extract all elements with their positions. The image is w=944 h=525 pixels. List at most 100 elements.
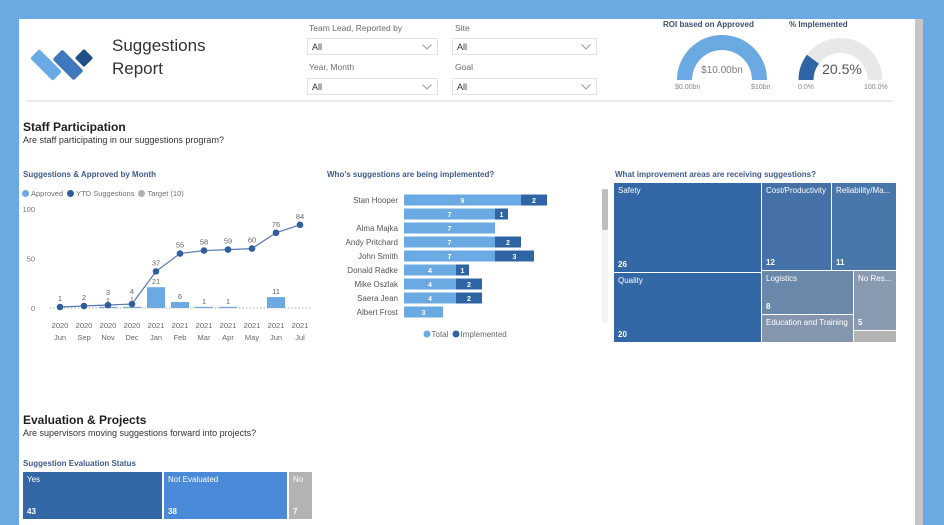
data-label-implemented: 2	[532, 198, 536, 205]
logo-bar-light	[30, 49, 62, 81]
category-label: Mike Oszlak	[354, 280, 399, 289]
filter-label-year-month: Year, Month	[309, 62, 355, 72]
x-tick-month: Feb	[174, 333, 187, 342]
point-ytd-suggestions	[296, 221, 304, 229]
data-label-implemented: 2	[467, 296, 471, 303]
point-ytd-suggestions	[200, 247, 208, 254]
bar-approved	[267, 297, 285, 308]
treemap-cell-no[interactable]: No 7	[289, 472, 312, 519]
category-label: John Smith	[358, 252, 398, 261]
x-tick-month: Nov	[101, 333, 115, 342]
x-tick-month: Apr	[222, 333, 234, 342]
x-tick-year: 2021	[220, 321, 237, 330]
data-label-approved: 6	[178, 292, 182, 301]
treemap-cell-value: 38	[168, 507, 177, 516]
category-label: Andy Pritchard	[346, 238, 398, 247]
treemap-cell-label: Cost/Productivity	[766, 186, 827, 195]
filter-dropdown-site[interactable]: All	[452, 38, 597, 55]
x-tick-month: Jul	[295, 333, 305, 342]
category-label: Albert Frost	[357, 308, 399, 317]
data-label-total: 7	[448, 226, 452, 233]
x-tick-month: Jan	[150, 333, 162, 342]
x-tick-year: 2021	[172, 321, 189, 330]
data-label-ytd: 1	[58, 294, 62, 303]
data-label-approved: 1	[202, 297, 206, 306]
filter-value: All	[457, 42, 468, 52]
x-tick-month: May	[245, 333, 259, 342]
treemap-cell-value: 11	[836, 258, 845, 267]
data-label-ytd: 55	[176, 241, 184, 250]
x-tick-month: Sep	[77, 333, 90, 342]
treemap-cell-cost-productivity[interactable]: Cost/Productivity 12	[762, 183, 831, 270]
data-label-total: 4	[428, 296, 432, 303]
treemap-cell-label: Education and Training	[766, 318, 848, 327]
x-tick-year: 2020	[76, 321, 93, 330]
gauge-implemented-title: % Implemented	[789, 20, 848, 29]
filter-dropdown-goal[interactable]: All	[452, 78, 597, 95]
data-label-approved: 1	[226, 297, 230, 306]
point-ytd-suggestions	[272, 229, 280, 237]
gauge-implemented-max: 100.0%	[864, 84, 888, 91]
section-subtitle-evaluation: Are supervisors moving suggestions forwa…	[23, 428, 257, 438]
data-label-ytd: 2	[82, 293, 86, 302]
data-label-approved: 11	[272, 287, 280, 296]
treemap-cell-reliability-ma[interactable]: Reliability/Ma... 11	[832, 183, 896, 270]
data-label-approved: 1	[130, 295, 134, 304]
treemap-cell-logistics[interactable]: Logistics 8	[762, 271, 853, 314]
data-label-total: 3	[422, 310, 426, 317]
gauge-implemented-min: 0.0%	[798, 84, 814, 91]
legend-dot-implemented	[452, 330, 460, 338]
y-tick-label: 0	[31, 304, 35, 313]
chart-title-monthly: Suggestions & Approved by Month	[23, 170, 157, 179]
treemap-cell-value: 8	[766, 302, 771, 311]
data-label-approved: 1	[106, 296, 110, 305]
treemap-cell-value: 7	[293, 507, 298, 516]
x-tick-year: 2021	[268, 321, 285, 330]
gauge-roi-min: $0.00bn	[675, 84, 701, 91]
logo-icon	[30, 49, 93, 81]
treemap-cell-value: 43	[27, 507, 36, 516]
treemap-cell-not-evaluated[interactable]: Not Evaluated 38	[164, 472, 287, 519]
legend-label-implemented: Implemented	[461, 330, 507, 339]
treemap-cell-label: Yes	[27, 475, 41, 484]
report-title-line1: Suggestions	[112, 36, 206, 55]
treemap-cell-no-res[interactable]: No Res... 5	[854, 271, 896, 330]
section-title-staff: Staff Participation	[23, 120, 126, 134]
data-label-total: 7	[448, 254, 452, 261]
treemap-cell-value: 20	[618, 330, 627, 339]
treemap-cell-education-and-training[interactable]: Education and Training	[762, 315, 853, 342]
page-scrollbar[interactable]	[915, 19, 923, 525]
chart-title-evaluation-status: Suggestion Evaluation Status	[23, 459, 136, 468]
treemap-cell-label: Quality	[618, 276, 643, 285]
point-ytd-suggestions	[248, 245, 256, 252]
treemap-cell-label: Reliability/Ma...	[836, 186, 891, 195]
point-ytd-suggestions	[56, 303, 64, 311]
filter-label-site: Site	[455, 23, 470, 33]
data-label-implemented: 2	[467, 282, 471, 289]
chart-scrollbar-thumb[interactable]	[602, 189, 608, 230]
header-divider	[26, 100, 893, 102]
treemap-cell-quality[interactable]: Quality 20	[614, 273, 761, 342]
data-label-ytd: 58	[200, 238, 208, 247]
treemap-cell-label: Not Evaluated	[168, 475, 219, 484]
treemap-cell-other[interactable]	[854, 331, 896, 342]
treemap-cell-safety[interactable]: Safety 26	[614, 183, 761, 272]
gauge-implemented-value: 20.5%	[822, 61, 862, 77]
data-label-ytd: 60	[248, 236, 256, 245]
x-tick-year: 2020	[124, 321, 141, 330]
filter-dropdown-team-lead[interactable]: All	[307, 38, 438, 55]
point-ytd-suggestions	[80, 302, 88, 310]
data-label-total: 9	[461, 198, 465, 205]
data-label-implemented: 2	[506, 240, 510, 247]
point-ytd-suggestions	[152, 268, 160, 275]
x-tick-month: Dec	[125, 333, 139, 342]
x-tick-month: Mar	[198, 333, 211, 342]
treemap-cell-yes[interactable]: Yes 43	[23, 472, 162, 519]
x-tick-month: Jun	[270, 333, 282, 342]
chevron-down-icon	[422, 44, 432, 50]
filter-dropdown-year-month[interactable]: All	[307, 78, 438, 95]
chart-title-improvement-areas: What improvement areas are receiving sug…	[615, 170, 816, 179]
data-label-total: 4	[428, 282, 432, 289]
x-tick-year: 2020	[52, 321, 69, 330]
filter-value: All	[312, 82, 323, 92]
